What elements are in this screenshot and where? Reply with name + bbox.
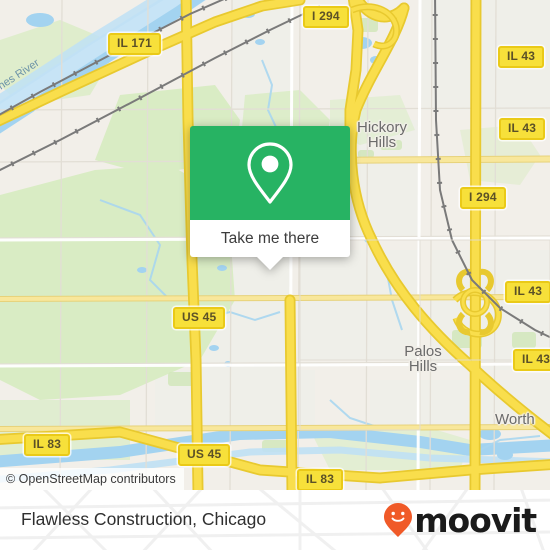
moovit-wordmark: moovit	[414, 500, 537, 540]
card-action-area[interactable]: Take me there	[190, 220, 350, 270]
highway-shield-il-43-north[interactable]: IL 43	[498, 46, 545, 68]
highway-shield-il-171[interactable]: IL 171	[108, 33, 162, 55]
osm-attribution[interactable]: © OpenStreetMap contributors	[0, 468, 184, 490]
highway-shield-il-43-lower[interactable]: IL 43	[513, 349, 550, 371]
highway-shield-i-294-north[interactable]: I 294	[303, 6, 349, 28]
moovit-logo[interactable]: moovit	[383, 500, 537, 540]
location-callout-card[interactable]: Take me there	[190, 126, 350, 270]
card-pin-area	[190, 126, 350, 220]
moovit-map-screenshot: Hickory Hills Palos Hills Worth aines Ri…	[0, 0, 550, 550]
card-pointer-tail	[257, 257, 283, 270]
highway-shield-i-294-mid[interactable]: I 294	[460, 187, 506, 209]
highway-shield-il-83-bottom[interactable]: IL 83	[297, 469, 344, 490]
take-me-there-label: Take me there	[220, 229, 320, 247]
map-pin-icon	[247, 142, 293, 204]
moovit-pin-smile-icon	[384, 503, 413, 537]
highway-shield-il-43-upper[interactable]: IL 43	[499, 118, 546, 140]
bottom-info-bar: Flawless Construction, Chicago moovit	[0, 490, 550, 550]
highway-shield-il-43-mid[interactable]: IL 43	[505, 281, 550, 303]
highway-shield-us-45-mid[interactable]: US 45	[173, 307, 226, 329]
place-title: Flawless Construction, Chicago	[21, 509, 267, 529]
highway-shield-il-83-left[interactable]: IL 83	[24, 434, 71, 456]
map-canvas[interactable]: Hickory Hills Palos Hills Worth aines Ri…	[0, 0, 550, 490]
highway-shield-us-45-lower[interactable]: US 45	[178, 444, 231, 466]
